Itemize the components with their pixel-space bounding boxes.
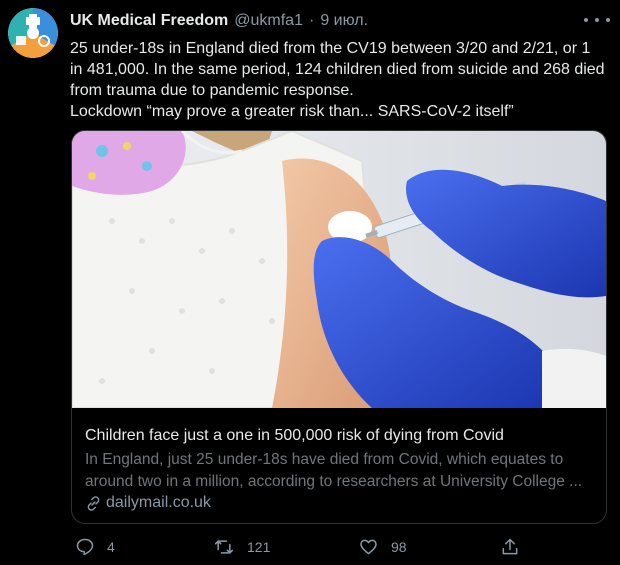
- card-image[interactable]: [72, 131, 606, 408]
- reply-icon: [76, 538, 94, 556]
- author-name[interactable]: UK Medical Freedom: [70, 12, 228, 30]
- separator-dot: ·: [308, 12, 315, 29]
- author-handle[interactable]: @ukmfa1: [234, 12, 303, 30]
- like-button[interactable]: 98: [358, 533, 407, 561]
- retweet-count: 121: [247, 539, 271, 555]
- link-icon: [87, 495, 100, 511]
- action-bar: 4 121 98: [70, 533, 530, 561]
- share-button[interactable]: [500, 533, 520, 561]
- more-icon[interactable]: [584, 11, 610, 29]
- avatar[interactable]: [8, 8, 58, 58]
- card-domain[interactable]: dailymail.co.uk: [85, 493, 211, 513]
- card-title[interactable]: Children face just a one in 500,000 risk…: [85, 427, 595, 445]
- tweet[interactable]: UK Medical Freedom @ukmfa1 · 9 июл. 25 u…: [0, 0, 620, 565]
- tweet-paragraph: Lockdown “may prove a greater risk than.…: [70, 103, 514, 120]
- like-count: 98: [391, 539, 407, 555]
- tweet-header: UK Medical Freedom @ukmfa1 · 9 июл.: [70, 10, 368, 32]
- tweet-paragraph: 25 under-18s in England died from the CV…: [70, 40, 605, 99]
- more-dot: [606, 18, 610, 22]
- more-dot: [595, 18, 599, 22]
- link-card[interactable]: Children face just a one in 500,000 risk…: [71, 130, 607, 524]
- like-icon: [360, 539, 377, 555]
- avatar-logo-icon: [8, 8, 58, 58]
- retweet-icon: [214, 540, 234, 554]
- share-icon: [502, 538, 518, 555]
- card-domain-text: dailymail.co.uk: [106, 494, 211, 511]
- card-description: In England, just 25 under-18s have died …: [85, 451, 583, 490]
- reply-count: 4: [107, 539, 115, 555]
- vaccination-photo: [72, 131, 606, 408]
- tweet-date[interactable]: 9 июл.: [320, 12, 368, 30]
- retweet-button[interactable]: 121: [213, 533, 270, 561]
- more-dot: [584, 18, 588, 22]
- tweet-text: 25 under-18s in England died from the CV…: [70, 38, 605, 122]
- reply-button[interactable]: 4: [75, 533, 115, 561]
